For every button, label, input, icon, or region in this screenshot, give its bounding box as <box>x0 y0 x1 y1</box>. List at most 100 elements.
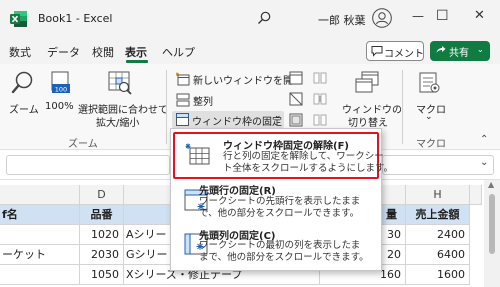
unfreeze-panes-item[interactable]: ウィンドウ枠固定の解除(F) 行と列の固定を解除して、ワークシー ト全体をスクロ… <box>173 132 393 179</box>
view-side-by-side-icon[interactable] <box>313 71 327 85</box>
minimize-button[interactable]: — <box>412 9 424 23</box>
scroll-up-icon[interactable]: ▲ <box>488 180 494 189</box>
table-cell[interactable]: ーケット <box>0 245 80 265</box>
freeze-panes-button[interactable]: ウィンドウ枠の固定 ⌄ <box>172 111 284 128</box>
table-header-cell[interactable]: f名 <box>0 205 80 225</box>
unhide-icon[interactable] <box>289 113 303 127</box>
zoom-100-label: 100% <box>45 101 74 112</box>
unfreeze-panes-icon <box>185 143 211 167</box>
zoom-group-label: ズーム <box>68 139 98 150</box>
table-cell[interactable]: 30 <box>378 225 406 245</box>
chevron-down-icon: ⌄ <box>274 111 282 121</box>
tab-view-underline <box>126 60 148 63</box>
formula-input[interactable] <box>6 155 170 175</box>
zoom-100-icon: 100 <box>49 71 71 95</box>
zoom-100-button[interactable]: 100 100% <box>44 68 74 114</box>
collapse-ribbon-icon[interactable]: ⌃ <box>480 134 492 146</box>
zoom-to-selection-label-2: 拡大/縮小 <box>96 118 140 129</box>
formula-input-right[interactable] <box>382 155 494 175</box>
freeze-first-column-desc-2: まで、他の部分をスクロールできます。 <box>199 252 369 263</box>
hide-window-icon[interactable] <box>289 71 303 85</box>
search-icon[interactable] <box>256 10 272 26</box>
vertical-scrollbar[interactable]: ▲ <box>484 180 500 287</box>
table-header-cell[interactable]: 売上金額 <box>406 205 470 225</box>
unfreeze-panes-desc-2: ト全体をスクロールするようにします。 <box>223 163 394 174</box>
group-divider <box>166 70 167 144</box>
table-cell[interactable]: 1050 <box>80 265 124 285</box>
freeze-top-row-title: 先頭行の固定(R) <box>199 186 276 197</box>
chevron-down-icon: ⌄ <box>477 45 484 54</box>
freeze-top-row-desc-2: で、他の部分をスクロールできます。 <box>199 208 360 219</box>
arrange-label: 整列 <box>193 97 213 108</box>
synchronous-scrolling-icon[interactable] <box>313 92 327 106</box>
freeze-first-column-desc-1: ワークシートの最初の列を表示したま <box>199 240 361 251</box>
comment-button[interactable]: コメント <box>366 41 424 61</box>
switch-windows-icon <box>354 70 380 96</box>
zoom-button[interactable]: ズーム <box>6 68 40 116</box>
comment-label: コメント <box>384 49 424 60</box>
share-icon <box>435 44 447 56</box>
reset-window-position-icon[interactable] <box>313 113 327 127</box>
new-window-button[interactable]: 新しいウィンドウを開く <box>174 70 303 88</box>
table-header-cell[interactable]: 量 <box>378 205 406 225</box>
switch-windows-button[interactable]: ウィンドウの 切り替え <box>340 68 402 129</box>
column-header-i[interactable] <box>470 185 482 205</box>
tab-data[interactable]: データ <box>47 44 80 60</box>
freeze-panes-icon <box>176 113 189 126</box>
column-header-h[interactable]: H <box>406 185 470 205</box>
arrange-all-button[interactable]: 整列 <box>174 91 234 109</box>
table-cell[interactable] <box>0 225 80 245</box>
table-cell[interactable] <box>0 265 80 285</box>
new-window-icon <box>175 72 190 86</box>
window-title: Book1 - Excel <box>38 12 113 25</box>
macros-group-label: マクロ <box>416 139 446 150</box>
macros-button[interactable]: マクロ ⌄ <box>410 68 450 128</box>
column-header-d[interactable]: D <box>80 185 124 205</box>
ribbon-tabs: 数式 データ 校閲 表示 ヘルプ コメント 共有 ⌄ <box>0 38 500 64</box>
unfreeze-panes-title: ウィンドウ枠固定の解除(F) <box>223 141 349 152</box>
table-header-cell[interactable]: 品番 <box>80 205 124 225</box>
comment-icon <box>371 45 383 57</box>
split-icon[interactable] <box>289 92 303 106</box>
chevron-down-icon[interactable]: ⌄ <box>480 157 488 168</box>
zoom-to-selection-icon <box>107 70 133 96</box>
table-cell[interactable]: 2030 <box>80 245 124 265</box>
table-cell[interactable]: Aシリー <box>124 225 172 245</box>
macros-icon <box>418 70 442 96</box>
user-name[interactable]: 一郎 秋葉 <box>318 12 366 28</box>
zoom-to-selection-button[interactable]: 選択範囲に合わせて 拡大/縮小 <box>78 68 168 129</box>
svg-text:100: 100 <box>55 86 67 94</box>
table-cell[interactable]: Gシリー <box>124 245 172 265</box>
table-cell[interactable]: 20 <box>378 245 406 265</box>
maximize-button[interactable]: ☐ <box>436 8 449 24</box>
switch-windows-label-2: 切り替え <box>348 118 388 129</box>
chevron-down-icon: ⌄ <box>425 112 433 122</box>
table-cell[interactable]: 1600 <box>406 265 470 285</box>
tab-formulas[interactable]: 数式 <box>9 44 31 60</box>
freeze-panes-label: ウィンドウ枠の固定 <box>192 117 282 128</box>
tab-review[interactable]: 校閲 <box>92 44 114 60</box>
scrollbar-thumb[interactable] <box>489 194 495 254</box>
freeze-first-column-item[interactable]: 先頭列の固定(C) ワークシートの最初の列を表示したま まで、他の部分をスクロー… <box>171 225 381 269</box>
freeze-top-row-desc-1: ワークシートの先頭行を表示したまま <box>199 196 361 207</box>
freeze-panes-menu: ウィンドウ枠固定の解除(F) 行と列の固定を解除して、ワークシー ト全体をスクロ… <box>170 128 393 271</box>
tab-view[interactable]: 表示 <box>125 44 147 60</box>
freeze-top-row-item[interactable]: 先頭行の固定(R) ワークシートの先頭行を表示したまま で、他の部分をスクロール… <box>171 181 381 225</box>
avatar[interactable] <box>372 8 392 28</box>
title-bar: Book1 - Excel 一郎 秋葉 — ☐ ✕ <box>0 0 500 38</box>
tab-help[interactable]: ヘルプ <box>162 44 195 60</box>
zoom-label: ズーム <box>9 105 39 116</box>
close-button[interactable]: ✕ <box>474 8 485 23</box>
table-cell[interactable]: 6400 <box>406 245 470 265</box>
share-button[interactable]: 共有 ⌄ <box>430 41 490 61</box>
unfreeze-panes-desc-1: 行と列の固定を解除して、ワークシー <box>223 151 384 162</box>
magnifier-icon <box>11 70 35 96</box>
new-window-label: 新しいウィンドウを開く <box>193 76 303 87</box>
excel-logo-icon <box>10 10 28 28</box>
group-divider <box>402 70 403 144</box>
column-header-c[interactable] <box>0 185 80 205</box>
table-cell[interactable]: 1020 <box>80 225 124 245</box>
arrange-icon <box>176 93 190 107</box>
share-label: 共有 <box>449 48 469 59</box>
table-cell[interactable]: 2400 <box>406 225 470 245</box>
